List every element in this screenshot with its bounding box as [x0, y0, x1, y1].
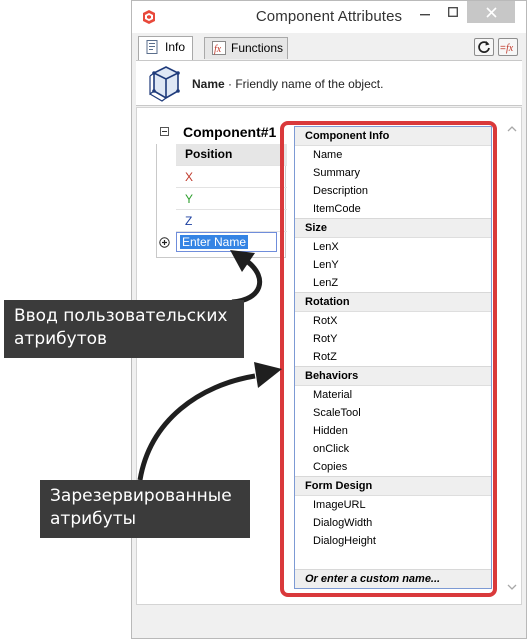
- info-description-text: · Friendly name of the object.: [224, 77, 384, 91]
- dropdown-item-onclick[interactable]: onClick: [295, 440, 491, 458]
- close-button[interactable]: [467, 1, 515, 23]
- dropdown-section-form-design: Form Design ImageURL DialogWidth DialogH…: [295, 476, 491, 550]
- dropdown-custom-name-item[interactable]: Or enter a custom name...: [295, 569, 491, 588]
- minimize-button[interactable]: [411, 1, 438, 23]
- dropdown-item-rotz[interactable]: RotZ: [295, 348, 491, 366]
- info-icon: [146, 40, 158, 54]
- info-bar: Name · Friendly name of the object.: [136, 60, 522, 106]
- maximize-button[interactable]: [439, 1, 466, 23]
- dropdown-item-copies[interactable]: Copies: [295, 458, 491, 476]
- tab-functions[interactable]: fx Functions: [204, 37, 288, 59]
- dropdown-section-header: Size: [295, 218, 491, 238]
- group-header-position: Position: [176, 144, 287, 166]
- info-description: Name · Friendly name of the object.: [192, 77, 383, 91]
- dropdown-item-roty[interactable]: RotY: [295, 330, 491, 348]
- dropdown-section-behaviors: Behaviors Material ScaleTool Hidden onCl…: [295, 366, 491, 476]
- dropdown-section-header: Rotation: [295, 292, 491, 312]
- fx-icon: = fx: [500, 43, 514, 54]
- scroll-down-arrow-icon[interactable]: [507, 582, 517, 592]
- title-bar[interactable]: Component Attributes: [132, 1, 526, 33]
- dropdown-item-name[interactable]: Name: [295, 146, 491, 164]
- dropdown-item-material[interactable]: Material: [295, 386, 491, 404]
- dropdown-section-component-info: Component Info Name Summary Description …: [295, 127, 491, 218]
- svg-text:fx: fx: [506, 43, 514, 54]
- component-title: Component#1: [183, 124, 277, 140]
- dropdown-item-hidden[interactable]: Hidden: [295, 422, 491, 440]
- callout-user-attributes: Ввод пользовательских атрибутов: [4, 300, 244, 358]
- dropdown-item-imageurl[interactable]: ImageURL: [295, 496, 491, 514]
- attribute-row-x[interactable]: X: [176, 166, 287, 188]
- scroll-up-arrow-icon[interactable]: [507, 124, 517, 134]
- dropdown-item-scaletool[interactable]: ScaleTool: [295, 404, 491, 422]
- attribute-row-z[interactable]: Z: [176, 210, 287, 232]
- dropdown-section-header: Behaviors: [295, 366, 491, 386]
- add-attribute-icon[interactable]: [159, 237, 170, 248]
- attribute-grid: Position X Y Z Enter Name: [156, 144, 287, 258]
- collapse-toggle[interactable]: [160, 127, 169, 136]
- dropdown-item-dialogheight[interactable]: DialogHeight: [295, 532, 491, 550]
- fx-icon: fx: [212, 41, 226, 55]
- callout-reserved-attributes: Зарезервированные атрибуты: [40, 480, 250, 538]
- refresh-button[interactable]: [474, 38, 494, 56]
- svg-text:fx: fx: [214, 44, 222, 55]
- dropdown-item-dialogwidth[interactable]: DialogWidth: [295, 514, 491, 532]
- tab-strip: Info fx Functions = fx: [132, 33, 526, 60]
- tab-functions-label: Functions: [231, 41, 284, 55]
- dropdown-section-size: Size LenX LenY LenZ: [295, 218, 491, 292]
- dropdown-item-lenx[interactable]: LenX: [295, 238, 491, 256]
- close-icon: [485, 7, 497, 18]
- dropdown-section-header: Component Info: [295, 127, 491, 146]
- attribute-row-y[interactable]: Y: [176, 188, 287, 210]
- dropdown-item-lenz[interactable]: LenZ: [295, 274, 491, 292]
- info-name-label: Name: [192, 77, 225, 91]
- formula-toggle-button[interactable]: = fx: [498, 38, 518, 56]
- attribute-name-input[interactable]: Enter Name: [176, 232, 277, 252]
- refresh-icon: [478, 41, 490, 53]
- dropdown-section-header: Form Design: [295, 476, 491, 496]
- component-cube-icon: [149, 66, 180, 102]
- maximize-icon: [447, 7, 458, 17]
- dropdown-item-leny[interactable]: LenY: [295, 256, 491, 274]
- attribute-name-input-value: Enter Name: [180, 235, 249, 249]
- dropdown-item-description[interactable]: Description: [295, 182, 491, 200]
- status-bar: [132, 608, 526, 638]
- minimize-icon: [419, 14, 430, 16]
- dropdown-section-rotation: Rotation RotX RotY RotZ: [295, 292, 491, 366]
- attribute-name-dropdown[interactable]: Component Info Name Summary Description …: [294, 126, 492, 589]
- dropdown-item-itemcode[interactable]: ItemCode: [295, 200, 491, 218]
- tab-info-label: Info: [165, 40, 186, 54]
- dropdown-item-summary[interactable]: Summary: [295, 164, 491, 182]
- tab-info[interactable]: Info: [138, 36, 193, 60]
- dropdown-item-rotx[interactable]: RotX: [295, 312, 491, 330]
